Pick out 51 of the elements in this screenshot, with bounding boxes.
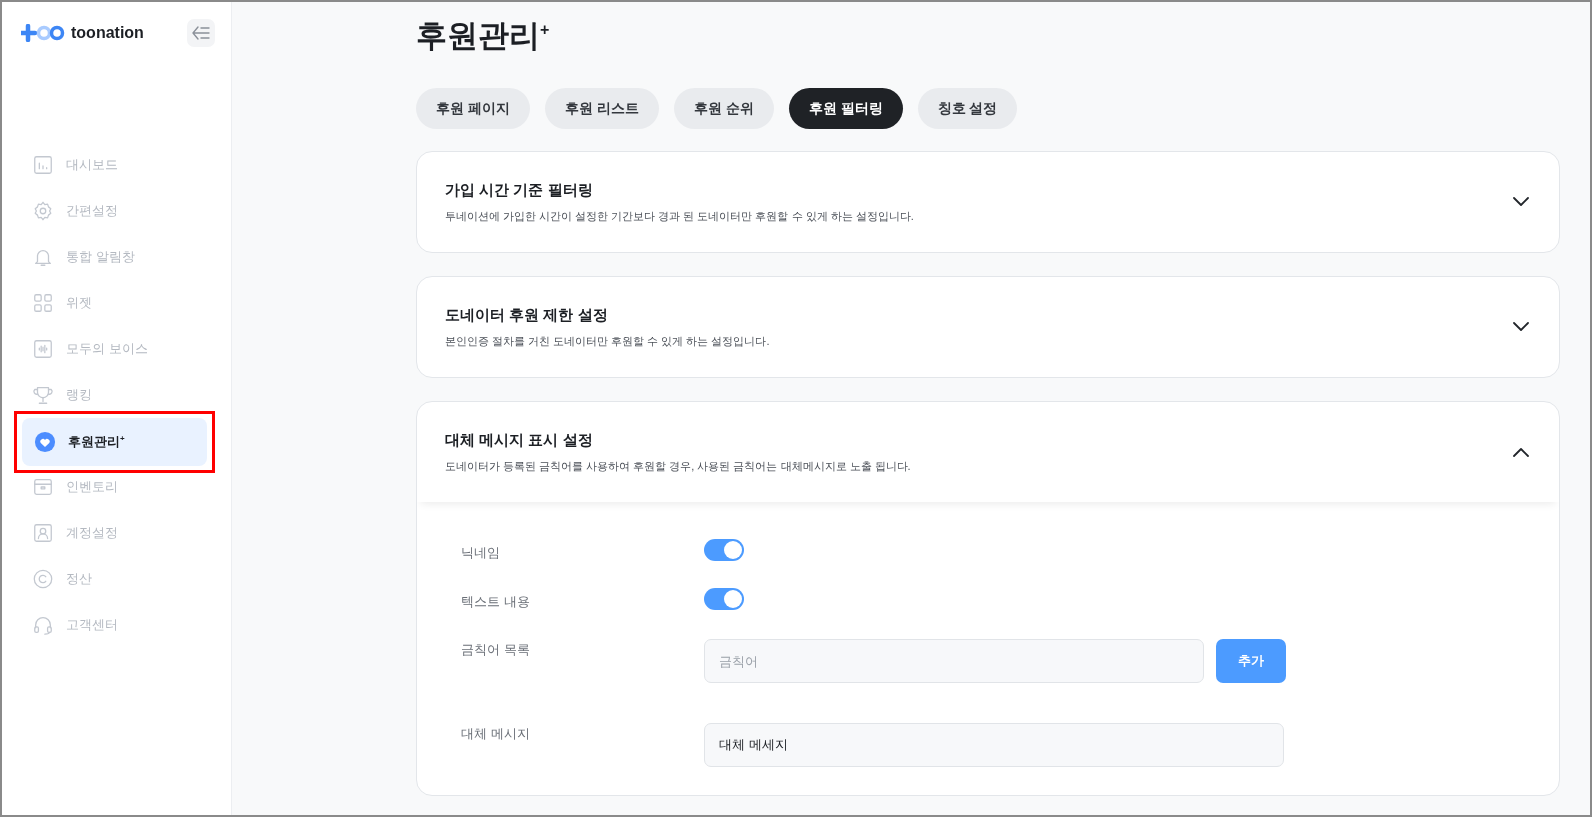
sidebar-item[interactable]: 인벤토리 — [20, 464, 209, 510]
setting-label: 닉네임 — [461, 544, 501, 562]
sidebar-item[interactable]: 정산 — [20, 556, 209, 602]
waveform-icon — [32, 338, 54, 360]
grid-icon — [32, 292, 54, 314]
accordion-header[interactable]: 대체 메시지 표시 설정 도네이터가 등록된 금칙어를 사용하여 후원할 경우, 사용된 금칙어는 대체메시지로 노출 됩니다. — [417, 402, 1559, 502]
settings-icon — [32, 200, 54, 222]
tab[interactable]: 후원 페이지 — [416, 88, 530, 129]
collapse-icon — [192, 25, 210, 41]
chevron-up-icon[interactable] — [1513, 447, 1529, 457]
accordion-header[interactable]: 도네이터 후원 제한 설정 본인인증 절차를 거친 도네이터만 후원할 수 있게 하는 설정입니다. — [417, 277, 1559, 377]
setting-label: 금칙어 목록 — [461, 641, 531, 659]
input-field[interactable]: 금칙어 — [704, 639, 1204, 683]
card-title: 도네이터 후원 제한 설정 — [445, 305, 609, 325]
setting-label: 대체 메시지 — [461, 725, 531, 743]
sidebar-item[interactable]: 계정설정 — [20, 510, 209, 556]
headset-icon — [32, 614, 54, 636]
logo-icon — [21, 24, 65, 42]
sidebar-item[interactable]: 통합 알림창 — [20, 234, 209, 280]
logo-text: toonation — [71, 24, 144, 42]
input-field[interactable]: 대체 메세지 — [704, 723, 1284, 767]
sidebar-item[interactable]: 위젯 — [20, 280, 209, 326]
card-title: 대체 메시지 표시 설정 — [445, 430, 594, 450]
sidebar-item[interactable]: 랭킹 — [20, 372, 209, 418]
card-description: 도네이터가 등록된 금칙어를 사용하여 후원할 경우, 사용된 금칙어는 대체메시지로 노출 됩니다. — [445, 458, 911, 474]
add-button[interactable]: 추가 — [1216, 639, 1286, 683]
page-title: 후원관리$^{+}$ — [416, 17, 551, 50]
sidebar-item[interactable]: 간편설정 — [20, 188, 209, 234]
accordion-header[interactable]: 가입 시간 기준 필터링 투네이션에 가입한 시간이 설정한 기간보다 경과 된 도네이터만 후원할 수 있게 하는 설정입니다. — [417, 152, 1559, 252]
card-title: 가입 시간 기준 필터링 — [445, 180, 594, 200]
sidebar-item[interactable]: 모두의 보이스 — [20, 326, 209, 372]
trophy-icon — [32, 384, 54, 406]
person-icon — [32, 522, 54, 544]
tab[interactable]: 칭호 설정 — [917, 88, 1018, 129]
chevron-down-icon[interactable] — [1513, 322, 1529, 332]
tab[interactable]: 후원 필터링 — [788, 88, 903, 129]
chart-icon — [32, 154, 54, 176]
setting-label: 텍스트 내용 — [461, 593, 531, 611]
sidebar-item[interactable]: 고객센터 — [20, 602, 209, 648]
box-icon — [32, 476, 54, 498]
sidebar-item[interactable]: 후원관리$^{+}$ — [22, 418, 207, 466]
toggle-switch[interactable] — [704, 539, 744, 561]
tab[interactable]: 후원 리스트 — [544, 88, 659, 129]
sidebar-item[interactable]: 대시보드 — [20, 142, 209, 188]
card-description: 투네이션에 가입한 시간이 설정한 기간보다 경과 된 도네이터만 후원할 수 있게 하는 설정입니다. — [445, 208, 914, 224]
chevron-down-icon[interactable] — [1513, 197, 1529, 207]
card-description: 본인인증 절차를 거친 도네이터만 후원할 수 있게 하는 설정입니다. — [445, 333, 770, 349]
copyright-icon — [32, 568, 54, 590]
collapse-sidebar-button[interactable] — [187, 19, 215, 47]
toggle-switch[interactable] — [704, 588, 744, 610]
tab[interactable]: 후원 순위 — [673, 88, 774, 129]
